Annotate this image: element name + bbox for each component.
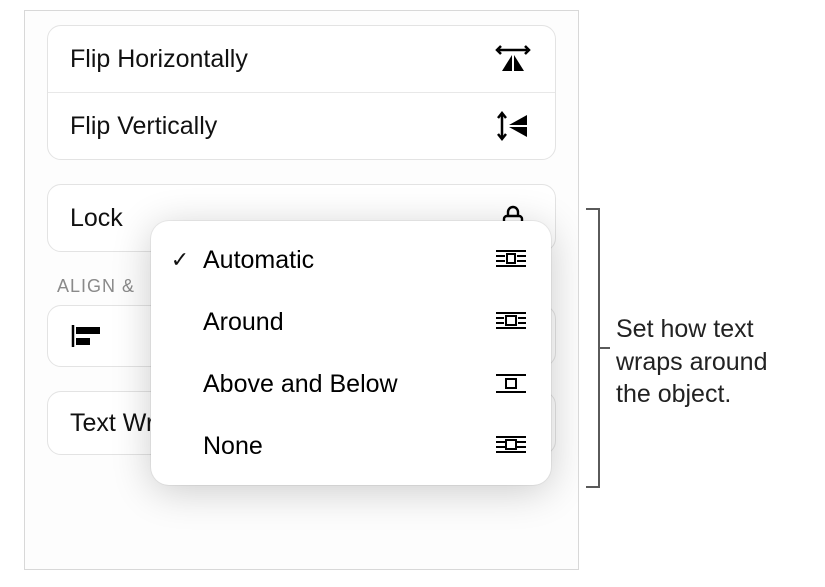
flip-horizontal-label: Flip Horizontally — [70, 45, 248, 74]
flip-vertical-row[interactable]: Flip Vertically — [48, 92, 555, 159]
callout-bracket — [586, 208, 600, 488]
checkmark-icon: ✓ — [165, 247, 195, 273]
wrap-above-below-icon — [491, 367, 531, 401]
wrap-automatic-icon — [491, 243, 531, 277]
flip-horizontal-icon — [493, 42, 533, 76]
wrap-none-icon — [491, 429, 531, 463]
wrap-option-above-below[interactable]: Above and Below — [151, 353, 551, 415]
text-wrap-popover: ✓ Automatic Around — [151, 221, 551, 485]
wrap-option-automatic[interactable]: ✓ Automatic — [151, 229, 551, 291]
flip-horizontal-row[interactable]: Flip Horizontally — [48, 26, 555, 92]
flip-group: Flip Horizontally Flip Vertically — [47, 25, 556, 160]
wrap-option-none[interactable]: None — [151, 415, 551, 477]
flip-vertical-icon — [493, 109, 533, 143]
wrap-option-label: None — [203, 432, 483, 461]
wrap-option-label: Around — [203, 308, 483, 337]
wrap-option-label: Above and Below — [203, 370, 483, 399]
callout-text: Set how text wraps around the object. — [616, 313, 808, 411]
align-left-icon — [68, 319, 108, 353]
format-panel: Flip Horizontally Flip Vertically — [24, 10, 579, 570]
lock-label: Lock — [70, 204, 123, 233]
wrap-option-label: Automatic — [203, 246, 483, 275]
flip-vertical-label: Flip Vertically — [70, 112, 217, 141]
wrap-option-around[interactable]: Around — [151, 291, 551, 353]
wrap-around-icon — [491, 305, 531, 339]
